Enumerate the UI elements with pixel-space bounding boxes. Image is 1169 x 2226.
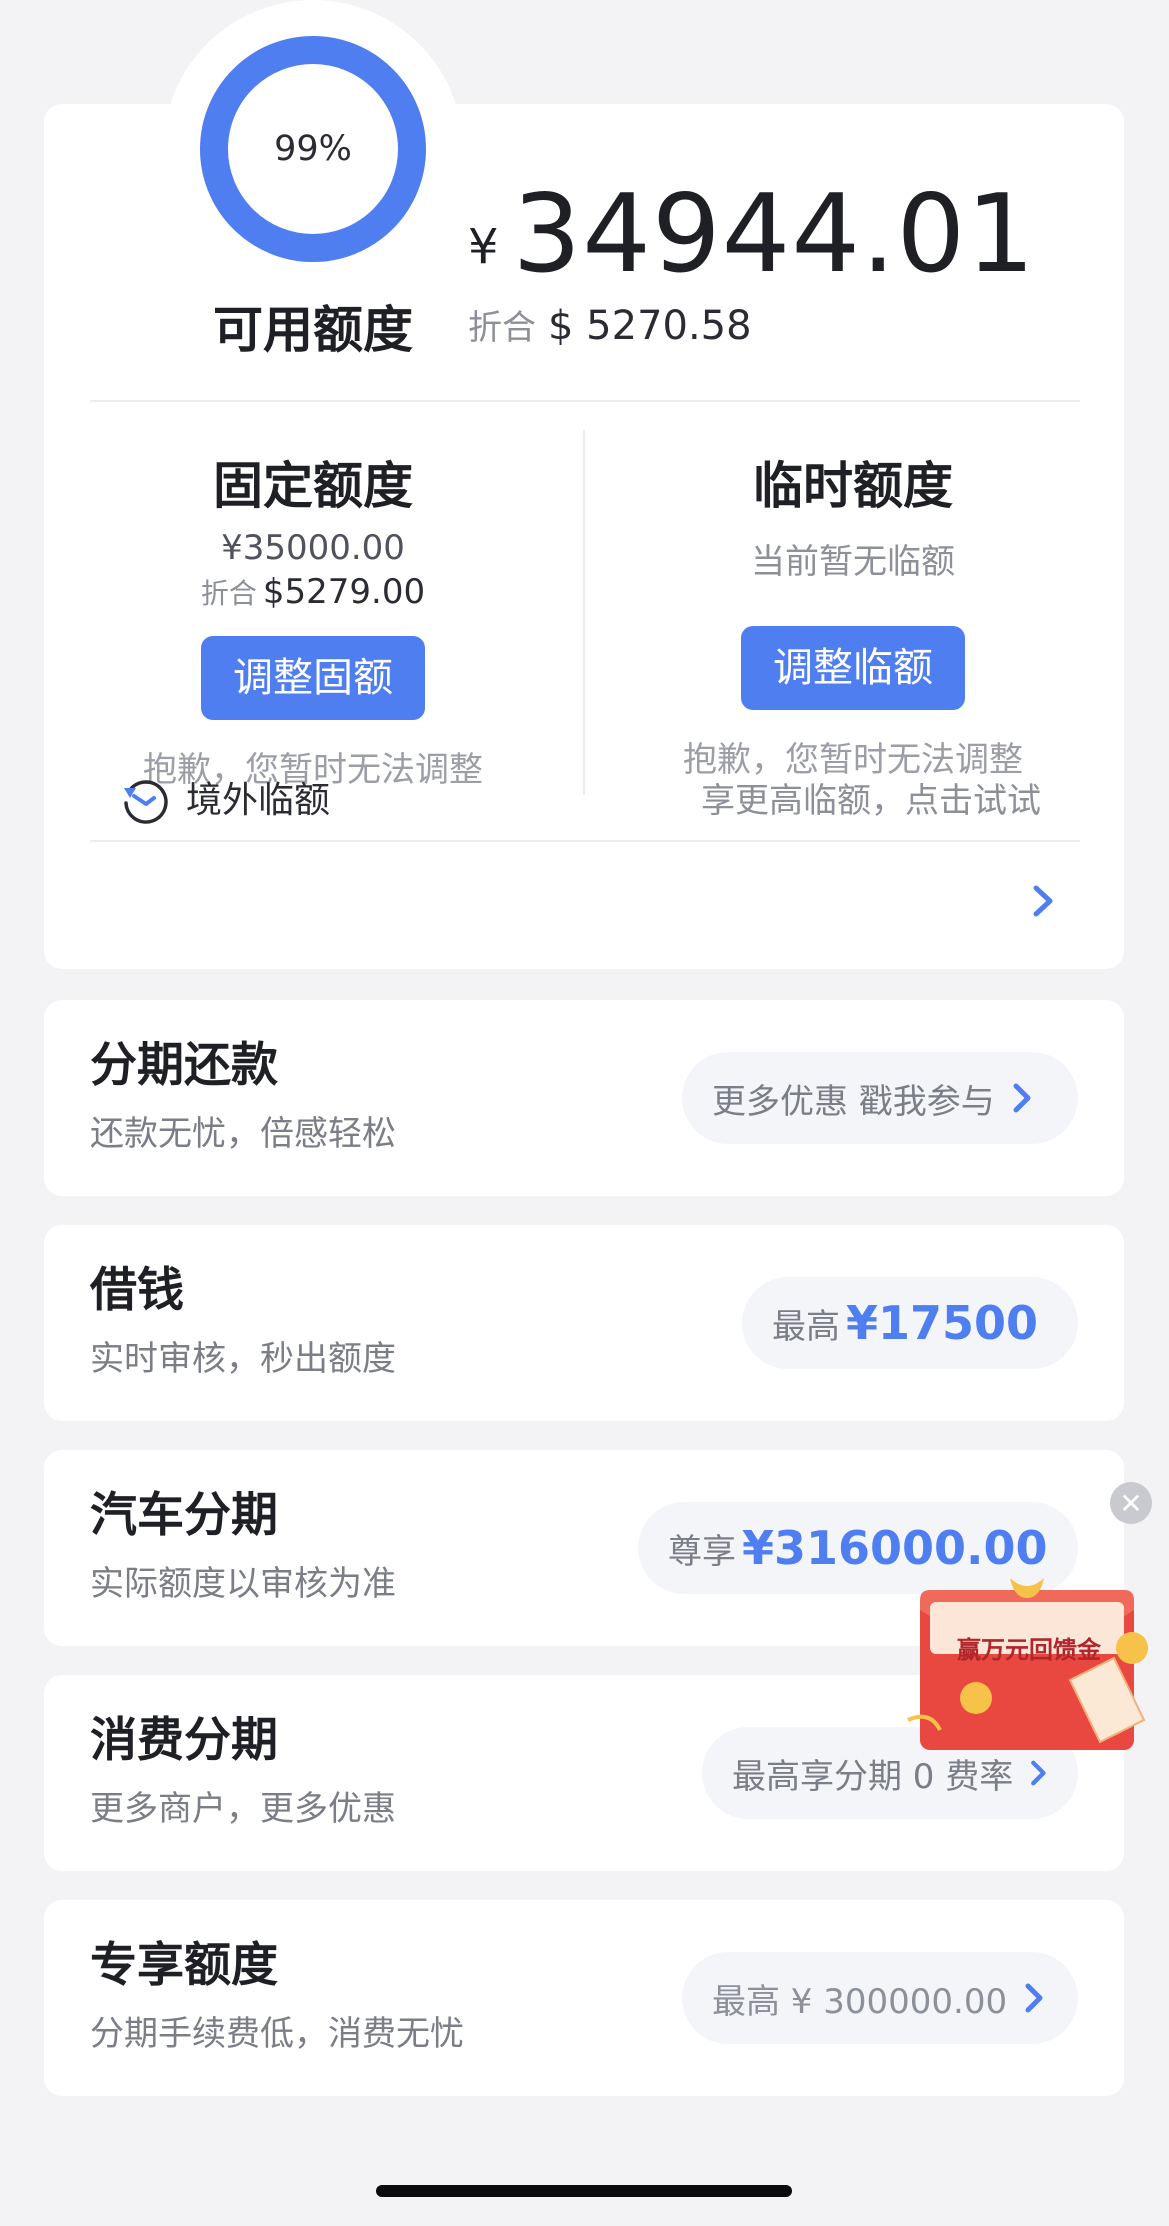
temporary-credit-section: 临时额度 当前暂无临额 调整临额 抱歉，您暂时无法调整 bbox=[593, 456, 1113, 781]
service-subtitle: 分期手续费低，消费无忧 bbox=[90, 2014, 464, 2054]
adjust-temporary-credit-button[interactable]: 调整临额 bbox=[741, 626, 965, 710]
adjust-fixed-credit-button[interactable]: 调整固额 bbox=[201, 636, 425, 720]
approx-prefix: 折合 bbox=[200, 577, 257, 610]
available-amount: ¥34944.01 bbox=[468, 172, 1036, 297]
service-subtitle: 更多商户，更多优惠 bbox=[90, 1789, 396, 1829]
divider bbox=[583, 430, 585, 795]
promo-text: 赢万元回馈金 bbox=[957, 1635, 1101, 1664]
service-card-loan[interactable]: 借钱 实时审核，秒出额度 最高 ¥17500 bbox=[44, 1225, 1124, 1421]
service-card-installment-repayment[interactable]: 分期还款 还款无忧，倍感轻松 更多优惠 戳我参与 bbox=[44, 1000, 1124, 1196]
service-pill[interactable]: 更多优惠 戳我参与 bbox=[682, 1052, 1078, 1144]
fixed-credit-section: 固定额度 ¥35000.00 折合 $5279.00 调整固额 抱歉，您暂时无法调… bbox=[53, 456, 573, 791]
promo-close-button[interactable]: ✕ bbox=[1110, 1482, 1152, 1524]
pill-label: 最高 ¥ 300000.00 bbox=[712, 1981, 1008, 2022]
divider bbox=[90, 400, 1080, 402]
pill-value: ¥17500 bbox=[846, 1296, 1039, 1350]
pill-label: 尊享 bbox=[668, 1531, 736, 1572]
service-subtitle: 实际额度以审核为准 bbox=[90, 1564, 396, 1604]
service-pill[interactable]: 最高 ¥17500 bbox=[742, 1277, 1078, 1369]
overseas-credit-icon bbox=[124, 780, 168, 824]
service-title: 消费分期 bbox=[90, 1713, 278, 1768]
divider bbox=[90, 840, 1080, 842]
usage-percent: 99% bbox=[274, 129, 352, 169]
approx-prefix: 折合 bbox=[468, 308, 536, 348]
pill-label: 更多优惠 戳我参与 bbox=[712, 1081, 995, 1122]
service-title: 借钱 bbox=[90, 1263, 184, 1318]
service-pill[interactable]: 最高 ¥ 300000.00 bbox=[682, 1952, 1078, 2044]
service-title: 汽车分期 bbox=[90, 1488, 278, 1543]
pill-label: 最高 bbox=[772, 1306, 840, 1347]
home-indicator bbox=[376, 2185, 792, 2197]
service-title: 专享额度 bbox=[90, 1938, 278, 1993]
fixed-credit-amount: ¥35000.00 bbox=[221, 528, 405, 568]
overseas-credit-label[interactable]: 境外临额 bbox=[186, 776, 330, 826]
fixed-credit-approx: 折合 $5279.00 bbox=[53, 570, 573, 616]
temporary-credit-note: 抱歉，您暂时无法调整 bbox=[683, 740, 1023, 780]
approx-value: $ 5270.58 bbox=[548, 303, 752, 349]
red-envelope-promo-icon[interactable] bbox=[900, 1570, 1162, 1775]
chevron-right-icon bbox=[1013, 1083, 1031, 1113]
pill-value: ¥316000.00 bbox=[742, 1521, 1048, 1575]
temporary-credit-title: 临时额度 bbox=[753, 457, 953, 515]
available-approx: 折合 $ 5270.58 bbox=[468, 300, 752, 349]
available-amount-value: 34944.01 bbox=[512, 172, 1036, 297]
available-credit-label: 可用额度 bbox=[213, 301, 413, 359]
service-card-exclusive-credit[interactable]: 专享额度 分期手续费低，消费无忧 最高 ¥ 300000.00 bbox=[44, 1900, 1124, 2096]
approx-value: $5279.00 bbox=[262, 572, 426, 612]
service-title: 分期还款 bbox=[90, 1038, 278, 1093]
service-subtitle: 还款无忧，倍感轻松 bbox=[90, 1114, 396, 1154]
temporary-credit-status: 当前暂无临额 bbox=[751, 542, 955, 582]
chevron-right-icon bbox=[1025, 1983, 1043, 2013]
service-subtitle: 实时审核，秒出额度 bbox=[90, 1339, 396, 1379]
currency-sign: ¥ bbox=[468, 219, 499, 275]
overseas-credit-hint[interactable]: 享更高临额，点击试试 bbox=[701, 776, 1041, 826]
chevron-right-icon[interactable] bbox=[1030, 884, 1056, 918]
fixed-credit-title: 固定额度 bbox=[213, 457, 413, 515]
